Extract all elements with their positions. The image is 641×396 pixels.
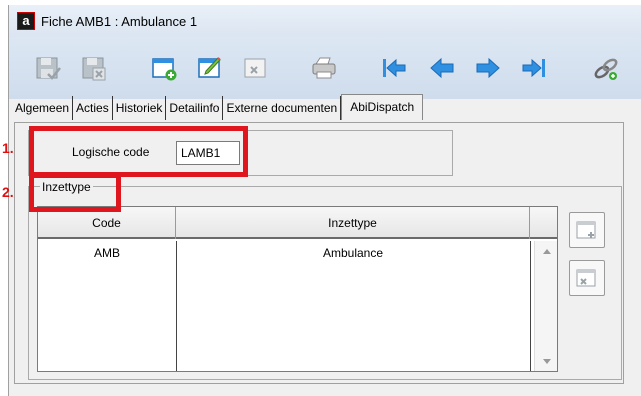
scroll-down-icon[interactable] bbox=[543, 359, 551, 364]
table-row[interactable]: AMB Ambulance bbox=[38, 241, 534, 265]
scroll-up-icon[interactable] bbox=[543, 249, 551, 254]
cell-inzettype: Ambulance bbox=[322, 246, 384, 260]
tab-externe-documenten[interactable]: Externe documenten bbox=[223, 96, 342, 120]
cell-code: AMB bbox=[93, 246, 120, 260]
toolbar bbox=[9, 37, 641, 99]
save-icon bbox=[36, 57, 61, 80]
next-record-button[interactable] bbox=[473, 53, 503, 83]
tab-acties[interactable]: Acties bbox=[73, 96, 113, 120]
delete-button[interactable] bbox=[241, 53, 271, 83]
first-record-button[interactable] bbox=[379, 53, 409, 83]
edit-icon bbox=[198, 57, 221, 78]
annotation-marker-1: 1. bbox=[2, 140, 14, 156]
add-row-icon bbox=[576, 221, 596, 239]
inzettype-grid: Code Inzettype AMB Ambulance bbox=[37, 206, 558, 372]
title-bar: a Fiche AMB1 : Ambulance 1 bbox=[9, 5, 641, 37]
previous-record-button[interactable] bbox=[427, 53, 457, 83]
column-header-inzettype[interactable]: Inzettype bbox=[176, 207, 530, 239]
tab-detailinfo[interactable]: Detailinfo bbox=[166, 96, 224, 120]
link-icon bbox=[594, 58, 618, 80]
delete-row-button[interactable] bbox=[569, 260, 605, 296]
delete-icon bbox=[244, 58, 266, 78]
app-icon: a bbox=[17, 12, 35, 30]
add-row-button[interactable] bbox=[569, 212, 605, 248]
next-record-icon bbox=[476, 57, 500, 79]
first-record-icon bbox=[383, 58, 406, 78]
highlight-box-2 bbox=[29, 173, 121, 212]
print-icon bbox=[312, 57, 336, 79]
save-close-icon bbox=[82, 57, 106, 81]
column-divider bbox=[530, 241, 531, 371]
tab-bar: Algemeen Acties Historiek Detailinfo Ext… bbox=[12, 94, 424, 120]
last-record-button[interactable] bbox=[519, 53, 549, 83]
column-divider bbox=[176, 241, 177, 371]
link-button[interactable] bbox=[591, 53, 621, 83]
tab-algemeen[interactable]: Algemeen bbox=[12, 96, 74, 120]
new-record-icon bbox=[152, 58, 177, 81]
window-title: Fiche AMB1 : Ambulance 1 bbox=[41, 13, 198, 29]
tab-abidispatch[interactable]: AbiDispatch bbox=[341, 94, 424, 120]
save-close-button[interactable] bbox=[79, 53, 109, 83]
previous-record-icon bbox=[430, 57, 454, 79]
last-record-icon bbox=[522, 58, 545, 78]
delete-row-icon bbox=[576, 269, 596, 287]
tab-historiek[interactable]: Historiek bbox=[113, 96, 167, 120]
print-button[interactable] bbox=[309, 53, 339, 83]
save-button[interactable] bbox=[33, 53, 63, 83]
new-record-button[interactable] bbox=[149, 53, 179, 83]
annotation-marker-2: 2. bbox=[2, 184, 14, 200]
highlight-box-1 bbox=[29, 126, 248, 177]
vertical-scrollbar[interactable] bbox=[534, 241, 557, 371]
edit-button[interactable] bbox=[195, 53, 225, 83]
